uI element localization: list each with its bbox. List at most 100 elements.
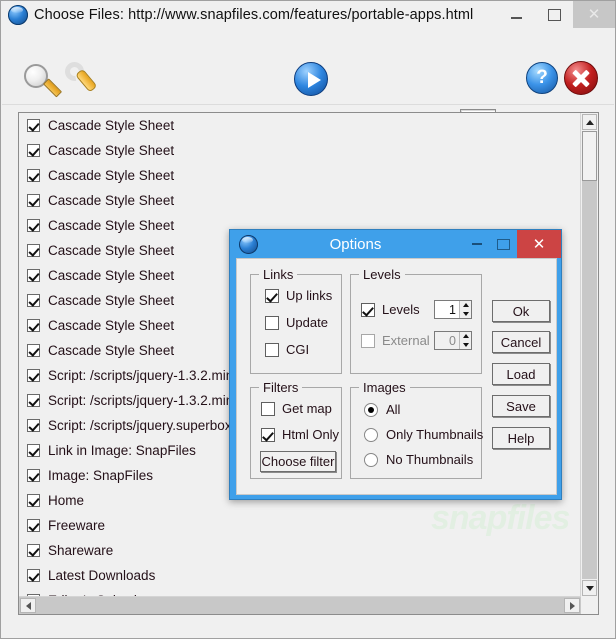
tools-icon[interactable] (61, 58, 102, 102)
list-item[interactable]: Cascade Style Sheet (19, 188, 581, 213)
list-item-checkbox[interactable] (27, 344, 40, 357)
list-item-checkbox[interactable] (27, 294, 40, 307)
globe-icon (8, 4, 28, 25)
load-button[interactable]: Load (492, 363, 550, 385)
toolbar: ? Html + − Images + − Archives + − All +… (2, 28, 614, 130)
list-item-checkbox[interactable] (27, 119, 40, 132)
list-item-checkbox[interactable] (27, 219, 40, 232)
levels-spinner[interactable]: 1 (434, 300, 472, 319)
application-window: Choose Files: http://www.snapfiles.com/f… (0, 0, 616, 639)
list-item[interactable]: Cascade Style Sheet (19, 113, 581, 138)
levels-value: 1 (449, 302, 456, 317)
spinner-arrows[interactable] (459, 332, 471, 349)
spinner-up-icon[interactable] (462, 303, 469, 308)
spinner-up-icon[interactable] (462, 334, 469, 339)
images-all-radio[interactable]: All (364, 402, 400, 417)
get-map-checkbox[interactable]: Get map (261, 401, 332, 416)
cancel-icon[interactable] (564, 61, 598, 95)
list-item-label: Cascade Style Sheet (48, 318, 175, 333)
close-button[interactable]: ✕ (573, 1, 615, 28)
list-item-label: Cascade Style Sheet (48, 143, 175, 158)
list-item[interactable]: Freeware (19, 513, 581, 538)
list-item-label: Cascade Style Sheet (48, 268, 175, 283)
dialog-minimize-button[interactable] (463, 230, 490, 258)
external-links-spinner[interactable]: 0 (434, 331, 472, 350)
list-item-label: Cascade Style Sheet (48, 243, 175, 258)
scroll-left-button[interactable] (20, 598, 36, 613)
cancel-button[interactable]: Cancel (492, 331, 550, 353)
help-icon[interactable]: ? (526, 62, 558, 94)
list-item-checkbox[interactable] (27, 469, 40, 482)
list-item-label: Home (48, 493, 85, 508)
list-item-checkbox[interactable] (27, 369, 40, 382)
maximize-button[interactable] (535, 1, 573, 28)
minimize-button[interactable] (497, 1, 535, 28)
vertical-scrollbar[interactable] (580, 113, 598, 597)
html-only-checkbox[interactable]: Html Only (261, 427, 339, 442)
help-button[interactable]: Help (492, 427, 550, 449)
options-dialog: Options ✕ Links Up links Update CGI Leve… (229, 229, 562, 500)
list-item-checkbox[interactable] (27, 269, 40, 282)
list-item-checkbox[interactable] (27, 519, 40, 532)
cgi-checkbox[interactable]: CGI (265, 342, 309, 357)
list-item-checkbox[interactable] (27, 494, 40, 507)
maximize-icon (497, 238, 510, 250)
list-item[interactable]: Cascade Style Sheet (19, 163, 581, 188)
list-item[interactable]: Latest Downloads (19, 563, 581, 588)
choose-filter-button[interactable]: Choose filter (260, 451, 336, 472)
vertical-scroll-thumb[interactable] (582, 131, 597, 181)
scroll-right-button[interactable] (564, 598, 580, 613)
spinner-down-icon[interactable] (462, 342, 469, 347)
scroll-up-button[interactable] (582, 114, 597, 130)
list-item-checkbox[interactable] (27, 319, 40, 332)
list-item-checkbox[interactable] (27, 419, 40, 432)
list-item-label: Latest Downloads (48, 568, 156, 583)
images-all-label: All (386, 402, 401, 417)
spinner-arrows[interactable] (459, 301, 471, 318)
list-item-checkbox[interactable] (27, 544, 40, 557)
save-button[interactable]: Save (492, 395, 550, 417)
list-item-checkbox[interactable] (27, 194, 40, 207)
images-group-caption: Images (359, 380, 410, 395)
chevron-down-icon (585, 585, 594, 591)
images-no-thumbnails-radio[interactable]: No Thumbnails (364, 452, 473, 467)
list-item-checkbox[interactable] (27, 244, 40, 257)
list-item-label: Cascade Style Sheet (48, 193, 175, 208)
levels-checkbox[interactable]: Levels (361, 302, 420, 317)
dialog-maximize-button[interactable] (490, 230, 517, 258)
list-item-checkbox[interactable] (27, 444, 40, 457)
dialog-close-button[interactable]: ✕ (517, 230, 561, 258)
dialog-body: Links Up links Update CGI Levels Levels … (236, 258, 557, 495)
vertical-scroll-track[interactable] (582, 131, 597, 579)
list-item[interactable]: Cascade Style Sheet (19, 138, 581, 163)
go-icon[interactable] (294, 62, 328, 96)
scroll-down-button[interactable] (582, 580, 597, 596)
dialog-title-bar: Options ✕ (230, 230, 561, 258)
list-item-label: Cascade Style Sheet (48, 293, 175, 308)
up-links-checkbox[interactable]: Up links (265, 288, 332, 303)
list-item-label: Image: SnapFiles (48, 468, 154, 483)
images-only-thumbnails-radio[interactable]: Only Thumbnails (364, 427, 483, 442)
list-item[interactable]: Shareware (19, 538, 581, 563)
links-group: Links Up links Update CGI (250, 267, 342, 374)
list-item-label: Shareware (48, 543, 114, 558)
list-item-checkbox[interactable] (27, 394, 40, 407)
list-item-checkbox[interactable] (27, 144, 40, 157)
cgi-label: CGI (286, 342, 310, 357)
chevron-left-icon (25, 601, 31, 610)
checkbox-box (265, 315, 279, 330)
update-checkbox[interactable]: Update (265, 315, 328, 330)
update-label: Update (286, 315, 328, 330)
external-links-value: 0 (449, 333, 456, 348)
minimize-icon (510, 16, 522, 19)
list-item-checkbox[interactable] (27, 569, 40, 582)
images-only-thumbnails-label: Only Thumbnails (386, 427, 484, 442)
checkbox-box (261, 427, 275, 442)
ok-button[interactable]: Ok (492, 300, 550, 322)
spinner-down-icon[interactable] (462, 311, 469, 316)
horizontal-scrollbar[interactable] (19, 596, 581, 614)
dialog-window-controls: ✕ (463, 230, 561, 258)
list-item-checkbox[interactable] (27, 169, 40, 182)
search-icon[interactable] (24, 64, 63, 102)
filters-group: Filters Get map Html Only Choose filter (250, 380, 342, 479)
